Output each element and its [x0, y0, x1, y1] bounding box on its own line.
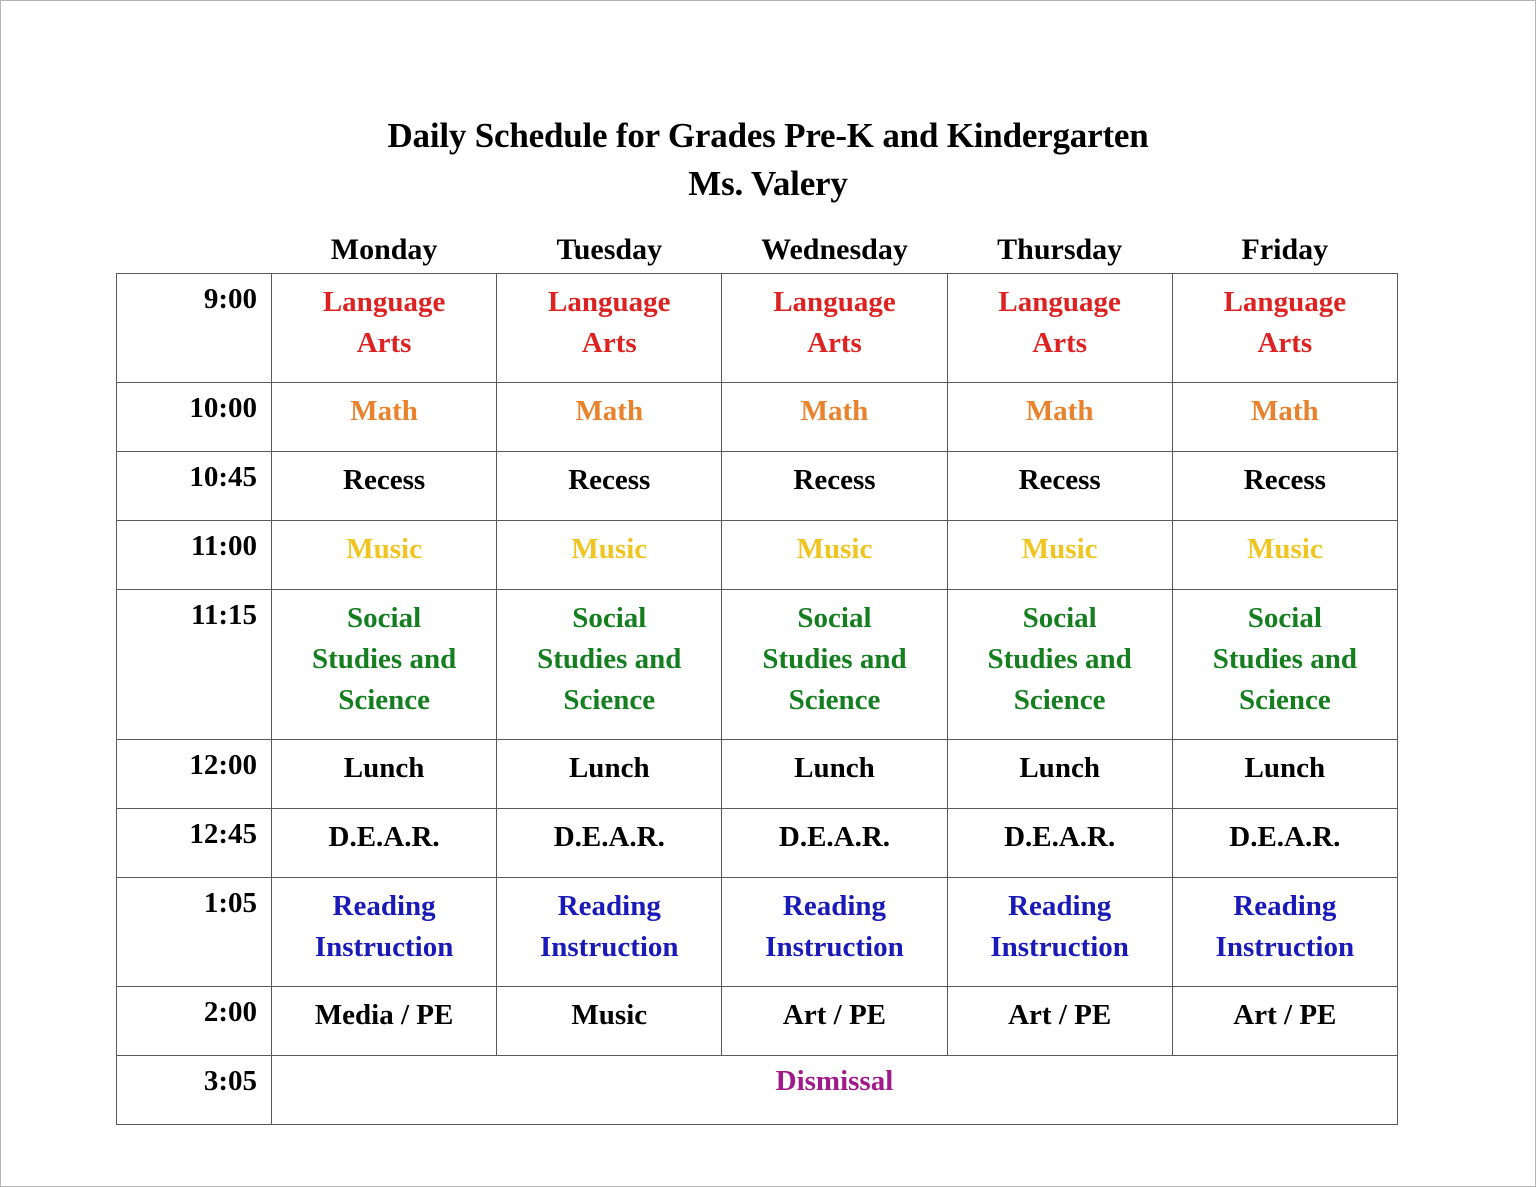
table-row: 11:15 Social Studies and Science Social Studi…	[116, 589, 1398, 740]
time-cell: 11:15	[116, 589, 272, 740]
subject-cell: Music	[946, 520, 1173, 590]
schedule-table-wrapper: Monday Tuesday Wednesday Thursday Friday…	[116, 233, 1398, 1125]
day-header-friday: Friday	[1241, 233, 1329, 266]
subject-cell: Media / PE	[270, 986, 498, 1056]
time-cell: 1:05	[116, 877, 272, 987]
page-title: Daily Schedule for Grades Pre-K and Kind…	[1, 113, 1535, 207]
table-row: 10:45 Recess Recess Recess Recess Recess	[116, 451, 1398, 521]
table-row: 9:00 Language Arts Language Arts Language Arts…	[116, 273, 1398, 383]
subject-cell: Recess	[1171, 451, 1398, 521]
subject-cell: Math	[496, 382, 723, 452]
subject-cell: Math	[1171, 382, 1398, 452]
table-row: 10:00 Math Math Math Math Math	[116, 382, 1398, 452]
subject-cell: D.E.A.R.	[270, 808, 498, 878]
page-title-line-2: Ms. Valery	[688, 164, 848, 203]
subject-cell: Social Studies and Science	[946, 589, 1173, 740]
subject-cell: Reading Instruction	[496, 877, 723, 987]
subject-cell: Music	[1171, 520, 1398, 590]
schedule-page: Daily Schedule for Grades Pre-K and Kind…	[1, 1, 1535, 1186]
subject-cell: Language Arts	[1171, 273, 1398, 383]
subject-cell: D.E.A.R.	[1171, 808, 1398, 878]
subject-cell: Reading Instruction	[721, 877, 948, 987]
subject-cell: Recess	[721, 451, 948, 521]
subject-cell: Music	[496, 520, 723, 590]
subject-cell: Recess	[496, 451, 723, 521]
subject-cell: D.E.A.R.	[496, 808, 723, 878]
weekly-schedule-table: Monday Tuesday Wednesday Thursday Friday…	[116, 233, 1398, 1125]
subject-cell: Language Arts	[946, 273, 1173, 383]
day-header-tuesday: Tuesday	[556, 233, 663, 266]
subject-cell: Recess	[946, 451, 1173, 521]
time-cell: 10:00	[116, 382, 272, 452]
day-header-row: Monday Tuesday Wednesday Thursday Friday	[117, 233, 1398, 274]
subject-cell: Social Studies and Science	[496, 589, 723, 740]
subject-cell: D.E.A.R.	[946, 808, 1173, 878]
subject-cell: Reading Instruction	[1171, 877, 1398, 987]
subject-cell: Recess	[270, 451, 498, 521]
subject-cell: Music	[270, 520, 498, 590]
time-cell: 12:45	[116, 808, 272, 878]
table-row: 12:45 D.E.A.R. D.E.A.R. D.E.A.R. D.E.A.R. D.E…	[116, 808, 1398, 878]
subject-cell: Lunch	[721, 739, 948, 809]
day-header-thursday: Thursday	[997, 233, 1123, 266]
time-cell: 2:00	[116, 986, 272, 1056]
subject-cell: Social Studies and Science	[270, 589, 498, 740]
table-row: 12:00 Lunch Lunch Lunch Lunch Lunch	[116, 739, 1398, 809]
table-row: 11:00 Music Music Music Music Music	[116, 520, 1398, 590]
subject-cell: Lunch	[946, 739, 1173, 809]
subject-cell: Art / PE	[1171, 986, 1398, 1056]
subject-cell: Lunch	[1171, 739, 1398, 809]
subject-cell: Lunch	[496, 739, 723, 809]
day-header-wednesday: Wednesday	[761, 233, 908, 266]
subject-cell: Reading Instruction	[270, 877, 498, 987]
subject-cell: Social Studies and Science	[721, 589, 948, 740]
subject-cell: Lunch	[270, 739, 498, 809]
subject-cell: Math	[721, 382, 948, 452]
subject-cell: Music	[496, 986, 723, 1056]
subject-cell: Music	[721, 520, 948, 590]
subject-cell: D.E.A.R.	[721, 808, 948, 878]
subject-cell: Art / PE	[721, 986, 948, 1056]
subject-cell: Math	[946, 382, 1173, 452]
time-cell: 11:00	[116, 520, 272, 590]
dismissal-cell: Dismissal	[271, 1055, 1398, 1125]
day-header-monday: Monday	[330, 233, 438, 266]
subject-cell: Language Arts	[270, 273, 498, 383]
subject-cell: Language Arts	[721, 273, 948, 383]
subject-cell: Reading Instruction	[946, 877, 1173, 987]
time-cell: 9:00	[116, 273, 272, 383]
page-title-line-1: Daily Schedule for Grades Pre-K and Kind…	[387, 116, 1149, 155]
time-cell: 12:00	[116, 739, 272, 809]
table-row: 2:00 Media / PE Music Art / PE Art / PE Art /…	[116, 986, 1398, 1056]
time-cell: 3:05	[116, 1055, 272, 1125]
time-cell: 10:45	[116, 451, 272, 521]
subject-cell: Social Studies and Science	[1171, 589, 1398, 740]
subject-cell: Math	[270, 382, 498, 452]
table-body: 9:00 Language Arts Language Arts Language Arts…	[116, 273, 1398, 1125]
table-row: 3:05 Dismissal	[116, 1055, 1398, 1125]
subject-cell: Art / PE	[946, 986, 1173, 1056]
table-row: 1:05 Reading Instruction Reading Instruction…	[116, 877, 1398, 987]
subject-cell: Language Arts	[496, 273, 723, 383]
table-header: Monday Tuesday Wednesday Thursday Friday	[117, 233, 1398, 274]
time-column-header	[117, 233, 272, 274]
